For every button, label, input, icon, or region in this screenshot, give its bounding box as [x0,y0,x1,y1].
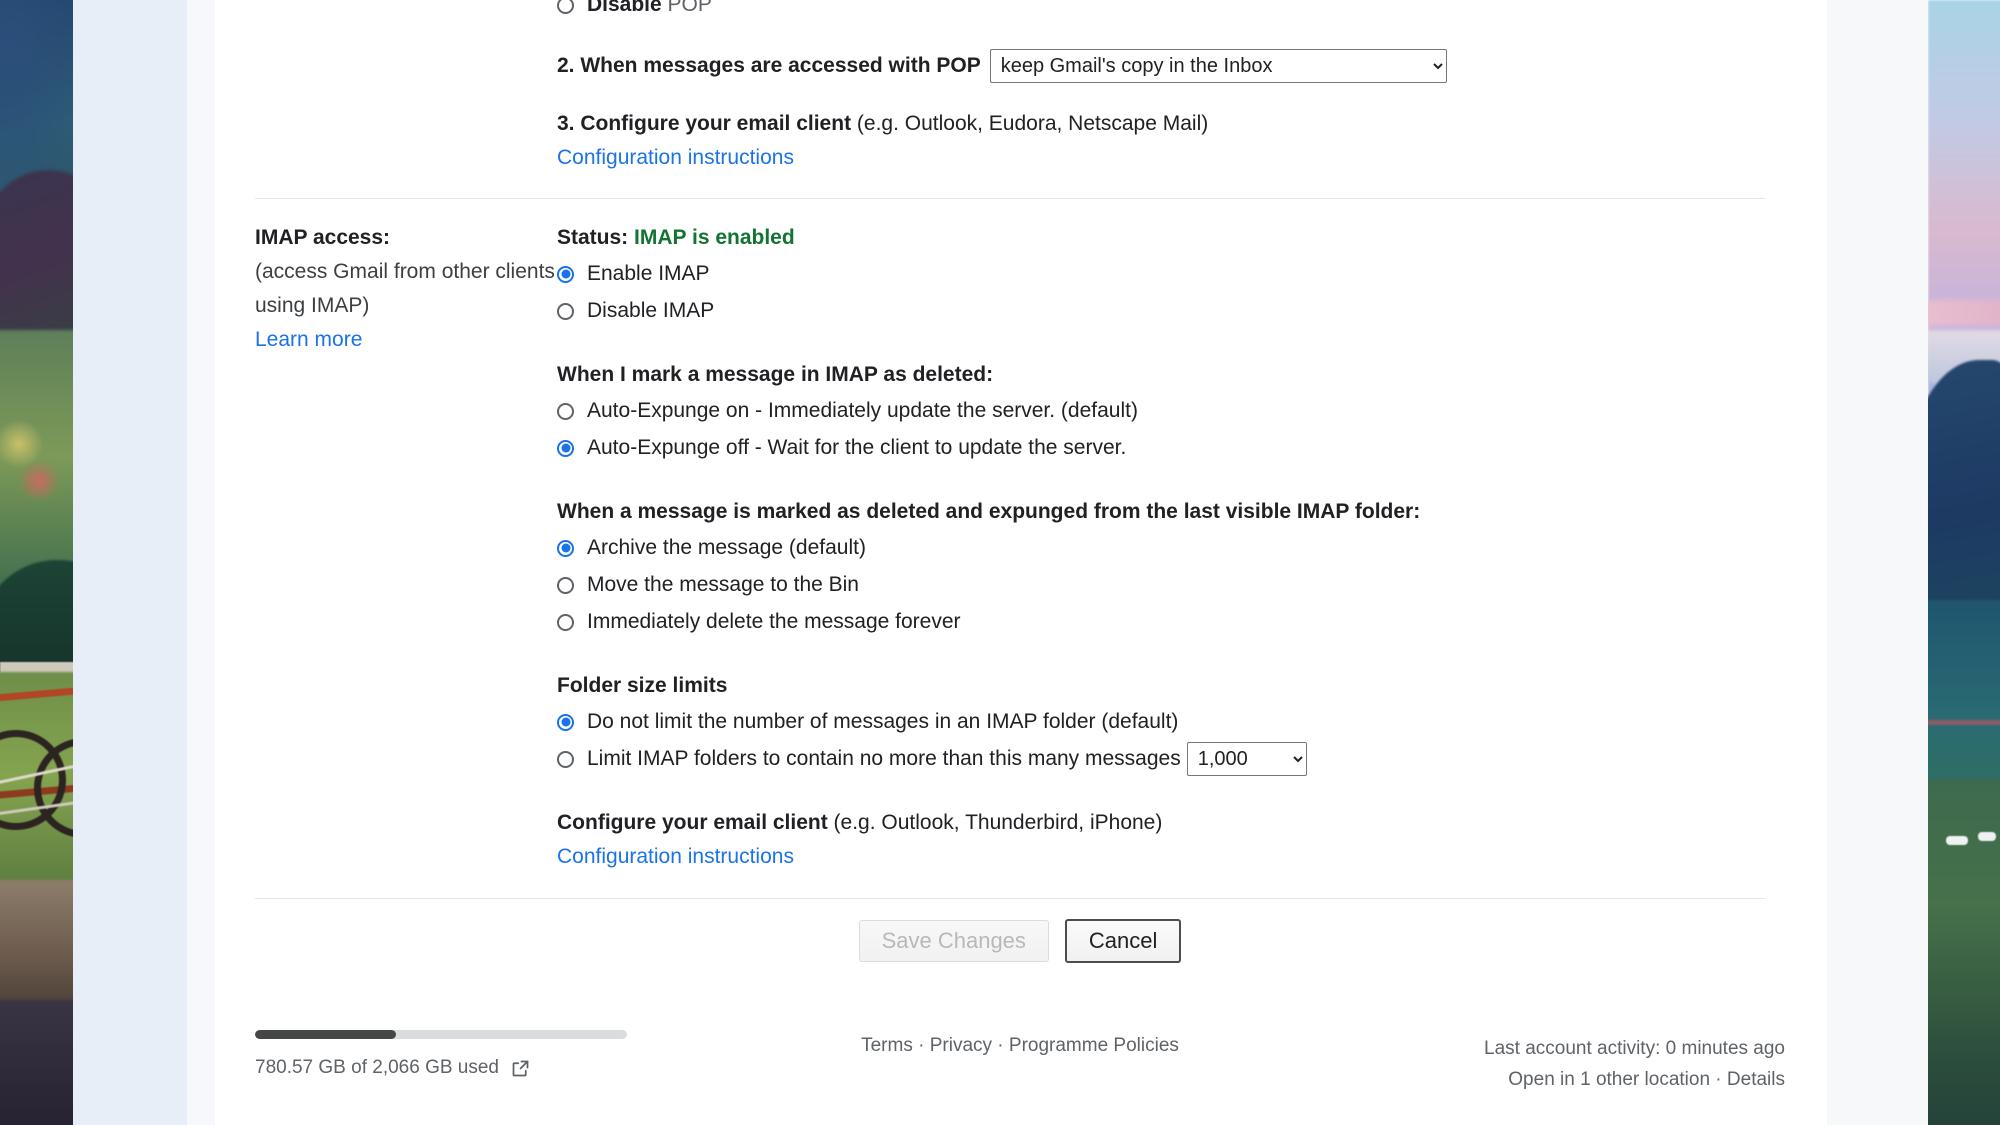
desktop-wallpaper-right [1928,0,2000,1125]
imap-learn-more-link[interactable]: Learn more [255,328,362,351]
save-changes-button[interactable]: Save Changes [859,920,1049,962]
imap-enable-radio[interactable] [557,266,574,283]
pop-right-column: Disable POP 2. When messages are accesse… [557,0,1785,198]
imap-deleted-bin-radio[interactable] [557,577,574,594]
pop-left-column [255,0,557,198]
imap-configure-label: Configure your email client [557,811,828,834]
page-footer: 780.57 GB of 2,066 GB used Terms · Priva… [215,1030,1827,1125]
left-gutter [187,0,215,1125]
imap-expunge-off-option[interactable]: Auto-Expunge off - Wait for the client t… [557,431,1785,465]
right-gutter [1827,0,1928,1125]
pop-step3-note: (e.g. Outlook, Eudora, Netscape Mail) [851,112,1208,135]
imap-left-column: IMAP access: (access Gmail from other cl… [255,199,557,898]
imap-expunge-title: When I mark a message in IMAP as deleted… [557,358,1785,392]
screen: Disable POP 2. When messages are accesse… [0,0,2000,1125]
pop-disable-label-bold: Disable [587,0,662,16]
legal-sep-2: · [992,1035,1009,1056]
imap-configure-note: (e.g. Outlook, Thunderbird, iPhone) [828,811,1163,834]
external-link-icon[interactable] [510,1058,531,1079]
imap-access-sub-line1: (access Gmail from other clients [255,255,557,289]
imap-expunge-off-label: Auto-Expunge off - Wait for the client t… [587,431,1126,465]
open-locations-row: Open in 1 other location · Details [1484,1064,1785,1095]
pop-config-link-row: Configuration instructions [557,141,1785,175]
account-activity: Last account activity: 0 minutes ago Ope… [1484,1033,1785,1095]
imap-status-line: Status: IMAP is enabled [557,221,1785,255]
imap-deleted-archive-label: Archive the message (default) [587,531,866,565]
pop-configuration-instructions-link[interactable]: Configuration instructions [557,146,794,169]
imap-deleted-bin-label: Move the message to the Bin [587,568,859,602]
imap-expunge-on-label: Auto-Expunge on - Immediately update the… [587,394,1138,428]
imap-disable-radio[interactable] [557,303,574,320]
imap-deleted-bin-option[interactable]: Move the message to the Bin [557,568,1785,602]
imap-folder-limit-option[interactable]: Limit IMAP folders to contain no more th… [557,742,1785,776]
storage-usage-text: 780.57 GB of 2,066 GB used [255,1057,499,1079]
action-buttons: Save Changes Cancel [255,899,1785,963]
settings-panel: Disable POP 2. When messages are accesse… [255,0,1785,963]
imap-folder-limit-select[interactable]: 1,000 [1187,742,1307,776]
pop-disable-radio[interactable] [557,0,574,14]
imap-deleted-forever-option[interactable]: Immediately delete the message forever [557,605,1785,639]
last-account-activity: Last account activity: 0 minutes ago [1484,1033,1785,1064]
settings-content-area: Disable POP 2. When messages are accesse… [215,0,1827,1125]
terms-link[interactable]: Terms [861,1035,913,1056]
imap-configuration-instructions-link[interactable]: Configuration instructions [557,845,794,868]
imap-access-sub-line2: using IMAP) [255,289,557,323]
imap-enable-option[interactable]: Enable IMAP [557,257,1785,291]
imap-folder-limit-radio[interactable] [557,751,574,768]
imap-access-heading: IMAP access: [255,221,557,255]
pop-step2-row: 2. When messages are accessed with POP k… [557,49,1785,83]
imap-deleted-archive-option[interactable]: Archive the message (default) [557,531,1785,565]
programme-policies-link[interactable]: Programme Policies [1009,1035,1179,1056]
pop-disable-label: Disable POP [587,0,712,22]
imap-section: IMAP access: (access Gmail from other cl… [255,199,1785,898]
pop-step3-row: 3. Configure your email client (e.g. Out… [557,107,1785,141]
pop-section: Disable POP 2. When messages are accesse… [255,0,1785,198]
imap-folder-limit-label: Limit IMAP folders to contain no more th… [587,742,1181,776]
desktop-wallpaper-left [0,0,73,1125]
imap-expunge-on-radio[interactable] [557,403,574,420]
pop-step3-label: 3. Configure your email client [557,112,851,135]
imap-expunge-off-radio[interactable] [557,440,574,457]
pop-disable-option[interactable]: Disable POP [557,0,1785,22]
imap-status-value: IMAP is enabled [634,226,795,249]
storage-usage-row: 780.57 GB of 2,066 GB used [255,1057,725,1079]
imap-expunge-on-option[interactable]: Auto-Expunge on - Immediately update the… [557,394,1785,428]
imap-deleted-forever-label: Immediately delete the message forever [587,605,961,639]
legal-sep-1: · [913,1035,930,1056]
cancel-button[interactable]: Cancel [1065,919,1181,963]
imap-right-column: Status: IMAP is enabled Enable IMAP Disa… [557,199,1785,898]
imap-folder-nolimit-radio[interactable] [557,714,574,731]
imap-folder-size-title: Folder size limits [557,669,1785,703]
imap-status-label: Status: [557,226,628,249]
pop-access-select[interactable]: keep Gmail's copy in the Inbox [990,49,1447,83]
imap-folder-nolimit-option[interactable]: Do not limit the number of messages in a… [557,705,1785,739]
open-locations-text: Open in 1 other location [1508,1069,1710,1090]
imap-enable-label: Enable IMAP [587,257,710,291]
pop-step2-label: 2. When messages are accessed with POP [557,49,981,83]
imap-deleted-forever-radio[interactable] [557,614,574,631]
imap-disable-label: Disable IMAP [587,294,714,328]
privacy-link[interactable]: Privacy [930,1035,992,1056]
imap-deleted-archive-radio[interactable] [557,540,574,557]
imap-configure-row: Configure your email client (e.g. Outloo… [557,806,1785,840]
imap-config-link-row: Configuration instructions [557,840,1785,874]
imap-deleted-title: When a message is marked as deleted and … [557,495,1785,529]
left-side-panel [73,0,187,1125]
pop-disable-label-rest: POP [662,0,712,16]
activity-sep: · [1710,1069,1727,1090]
activity-details-link[interactable]: Details [1727,1069,1785,1090]
imap-disable-option[interactable]: Disable IMAP [557,294,1785,328]
imap-folder-nolimit-label: Do not limit the number of messages in a… [587,705,1178,739]
